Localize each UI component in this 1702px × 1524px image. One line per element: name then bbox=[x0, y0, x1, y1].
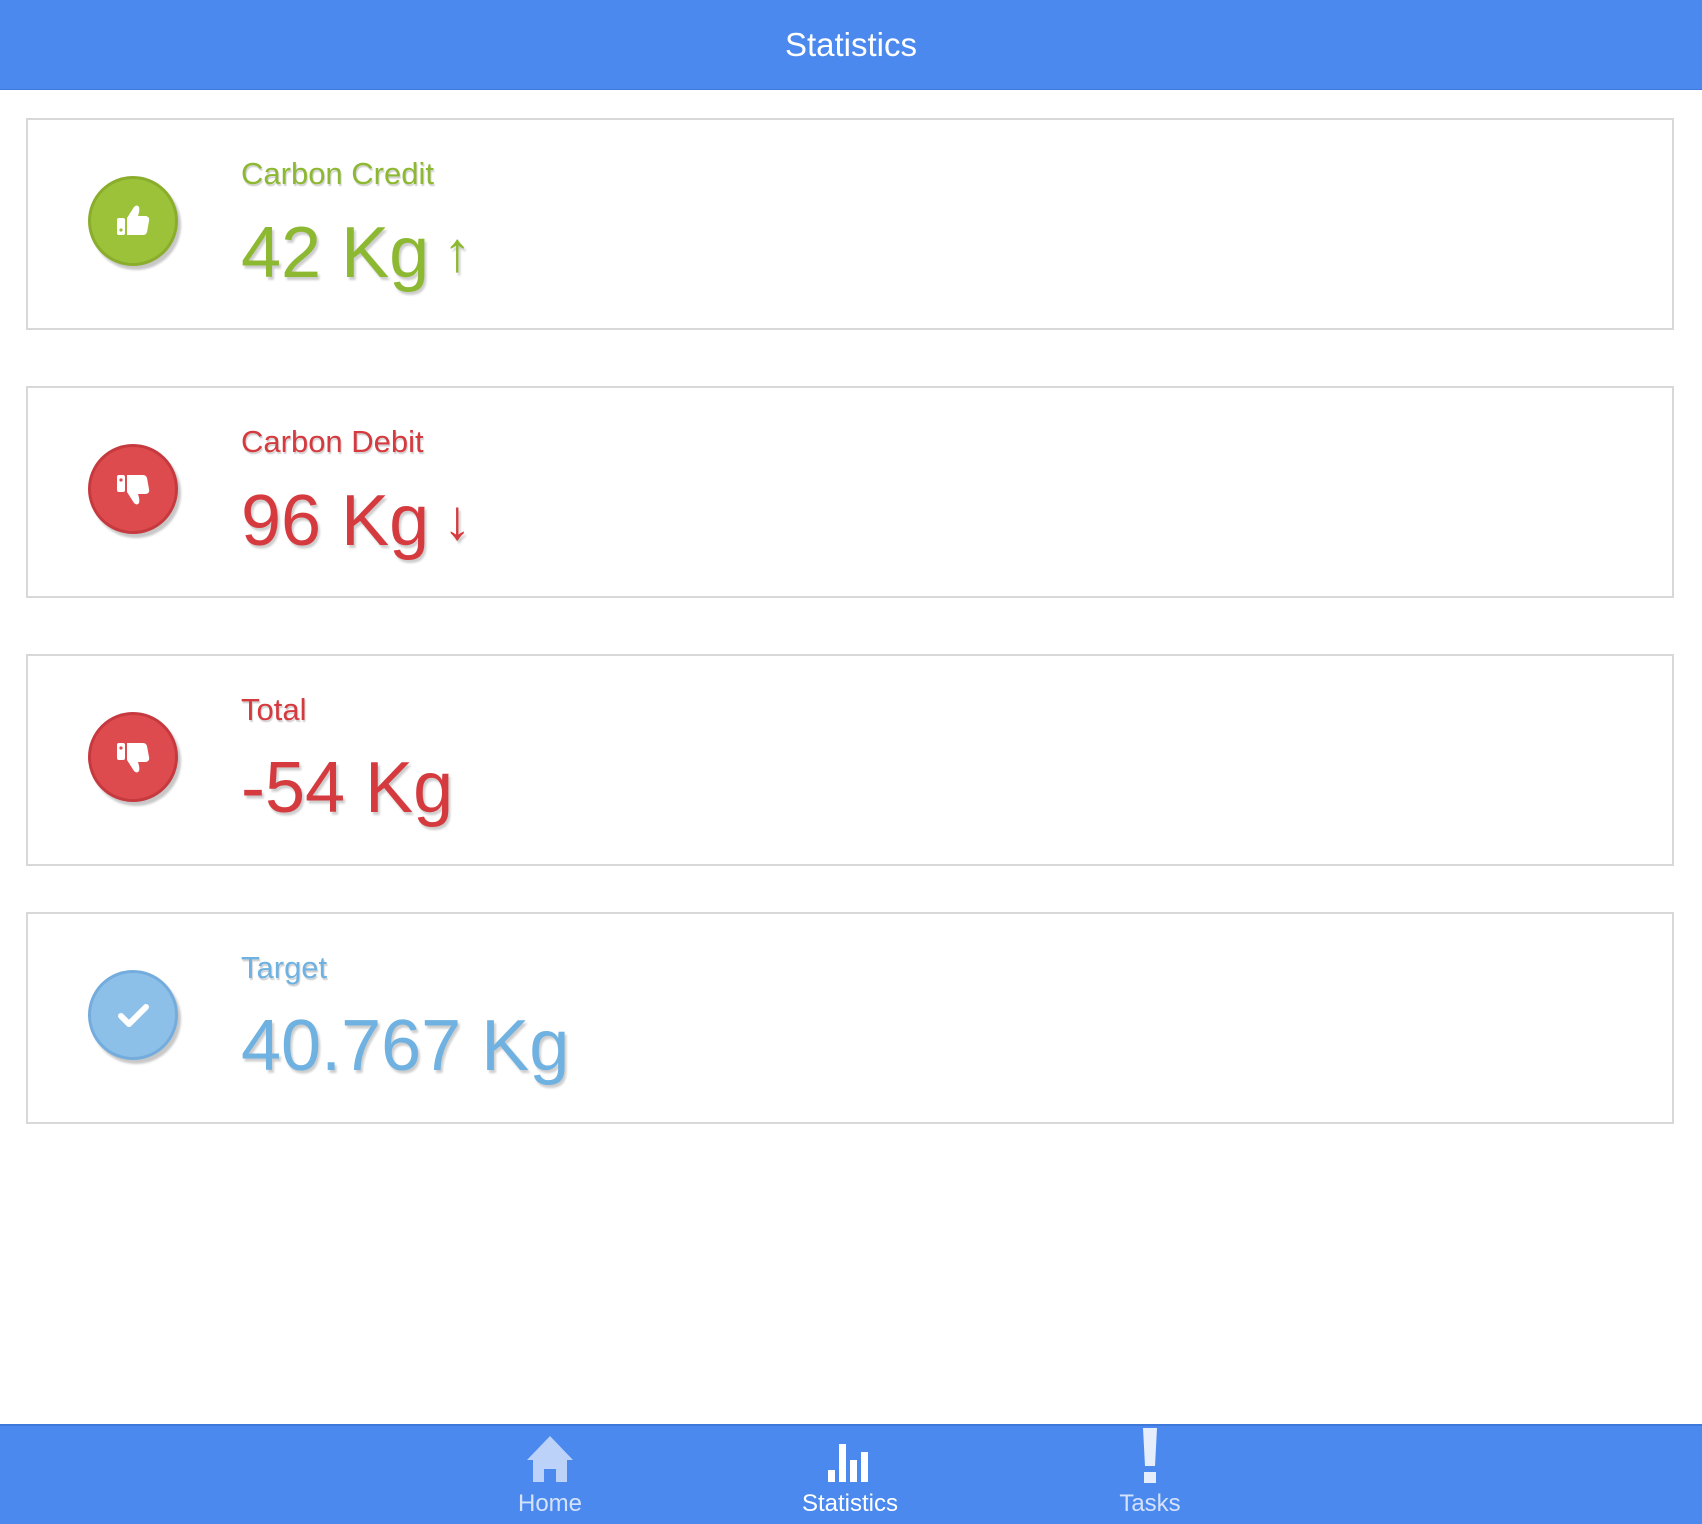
card-value-text: 96 Kg bbox=[241, 481, 430, 561]
card-value: 96 Kg ↓ bbox=[241, 484, 471, 557]
tab-home[interactable]: Home bbox=[450, 1426, 650, 1524]
total-card: Total -54 Kg bbox=[26, 654, 1674, 866]
card-label: Target bbox=[241, 950, 328, 985]
exclamation-icon bbox=[1125, 1426, 1175, 1484]
arrow-up-icon: ↑ bbox=[443, 220, 472, 283]
bar-chart-icon bbox=[825, 1426, 875, 1484]
thumbs-up-icon bbox=[88, 176, 178, 266]
tab-statistics[interactable]: Statistics bbox=[750, 1426, 950, 1524]
target-card: Target 40.767 Kg bbox=[26, 912, 1674, 1124]
carbon-debit-card: Carbon Debit 96 Kg ↓ bbox=[26, 386, 1674, 598]
page-title: Statistics bbox=[784, 25, 918, 63]
card-label: Carbon Debit bbox=[241, 424, 424, 459]
arrow-down-icon: ↓ bbox=[443, 488, 472, 551]
bottom-tab-bar: Home Statistics Tasks bbox=[0, 1424, 1702, 1524]
tab-label: Home bbox=[517, 1490, 583, 1517]
card-value-text: 40.767 Kg bbox=[241, 1006, 570, 1086]
check-icon bbox=[88, 970, 178, 1060]
card-label: Carbon Credit bbox=[241, 156, 434, 191]
card-value: -54 Kg bbox=[241, 752, 453, 824]
card-label: Total bbox=[241, 692, 307, 727]
card-value: 40.767 Kg bbox=[241, 1010, 569, 1082]
card-value-text: -54 Kg bbox=[241, 748, 454, 828]
tab-tasks[interactable]: Tasks bbox=[1050, 1426, 1250, 1524]
card-value-text: 42 Kg bbox=[241, 213, 430, 293]
carbon-credit-card: Carbon Credit 42 Kg ↑ bbox=[26, 118, 1674, 330]
thumbs-down-icon bbox=[88, 712, 178, 802]
home-icon bbox=[525, 1426, 575, 1484]
app-header: Statistics bbox=[0, 0, 1702, 90]
thumbs-down-icon bbox=[88, 444, 178, 534]
tab-label: Statistics bbox=[801, 1490, 899, 1517]
tab-label: Tasks bbox=[1119, 1490, 1181, 1517]
card-value: 42 Kg ↑ bbox=[241, 216, 471, 289]
